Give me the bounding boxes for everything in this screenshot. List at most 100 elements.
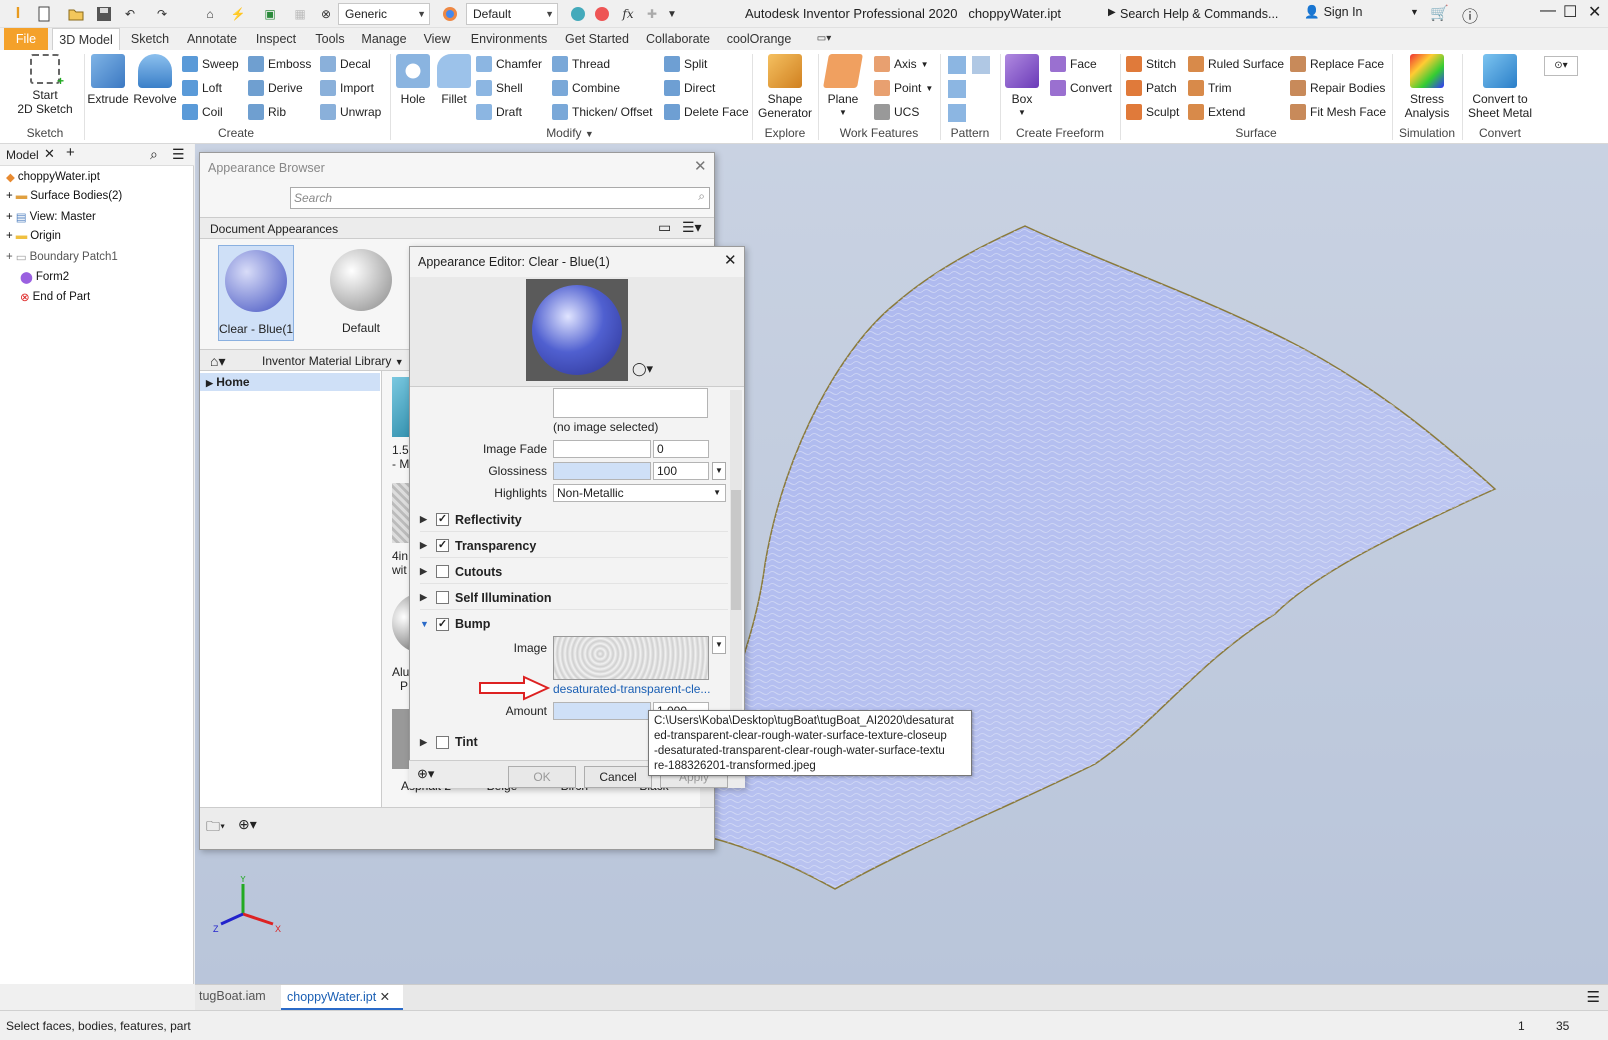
tree-item-origin[interactable]: + ▬ Origin: [6, 230, 61, 242]
thicken-offset-button[interactable]: Thicken/ Offset: [552, 104, 652, 120]
patch-button[interactable]: Patch: [1126, 80, 1177, 96]
fit-mesh-face-button[interactable]: Fit Mesh Face: [1290, 104, 1386, 120]
close-tab-icon[interactable]: ✕: [380, 990, 390, 1004]
rib-button[interactable]: Rib: [248, 104, 286, 120]
sketch-pattern-icon[interactable]: [948, 104, 966, 122]
save-icon[interactable]: [94, 4, 114, 24]
ok-button[interactable]: OK: [508, 766, 576, 788]
tab-tools[interactable]: Tools: [308, 28, 352, 50]
axis-button[interactable]: Axis ▼: [874, 56, 929, 72]
loft-button[interactable]: Loft: [182, 80, 222, 96]
tree-item-end-of-part[interactable]: ⊗ End of Part: [20, 290, 90, 304]
coil-button[interactable]: Coil: [182, 104, 223, 120]
repair-bodies-button[interactable]: Repair Bodies: [1290, 80, 1385, 96]
sign-in-button[interactable]: 👤 Sign In: [1304, 5, 1363, 20]
plane-button[interactable]: Plane ▼: [822, 54, 864, 120]
cancel-button[interactable]: Cancel: [584, 766, 652, 788]
sculpt-button[interactable]: Sculpt: [1126, 104, 1179, 120]
fillet-button[interactable]: Fillet: [434, 54, 474, 106]
redo-icon[interactable]: ↷: [152, 4, 172, 24]
add-icon[interactable]: ✚: [642, 4, 662, 24]
rectangular-pattern-icon[interactable]: [948, 56, 966, 74]
trim-button[interactable]: Trim: [1188, 80, 1232, 96]
point-button[interactable]: Point ▼: [874, 80, 933, 96]
generic-image-slot[interactable]: [553, 388, 708, 418]
list-view-icon[interactable]: ☰▾: [682, 219, 702, 236]
panel-label-modify[interactable]: Modify ▼: [520, 126, 620, 140]
expand-icon[interactable]: ▶: [420, 540, 430, 551]
style-combo[interactable]: Generic ▼: [338, 3, 430, 25]
appearance-combo[interactable]: Default ▼: [466, 3, 558, 25]
revolve-button[interactable]: Revolve: [132, 54, 178, 106]
bump-image-dropdown-icon[interactable]: ▼: [712, 636, 726, 654]
tab-annotate[interactable]: Annotate: [180, 28, 244, 50]
bump-image-link[interactable]: desaturated-transparent-cle...: [553, 682, 710, 696]
tab-get-started[interactable]: Get Started: [560, 28, 634, 50]
image-fade-slider[interactable]: [553, 440, 651, 458]
tab-manage[interactable]: Manage: [356, 28, 412, 50]
ruled-surface-button[interactable]: Ruled Surface: [1188, 56, 1284, 72]
draft-button[interactable]: Draft: [476, 104, 522, 120]
decal-button[interactable]: Decal: [320, 56, 371, 72]
expand-icon[interactable]: ▶: [420, 592, 430, 603]
bump-image-thumbnail[interactable]: [553, 636, 709, 680]
maximize-icon[interactable]: ☐: [1563, 2, 1577, 22]
stress-analysis-button[interactable]: Stress Analysis: [1396, 54, 1458, 120]
clear-appearance-icon[interactable]: [592, 4, 612, 24]
customize-qat-icon[interactable]: ▼: [662, 4, 682, 24]
home-icon[interactable]: ⌂▾: [210, 353, 225, 370]
tree-item-surface-bodies[interactable]: + ▬ Surface Bodies(2): [6, 190, 122, 202]
chamfer-button[interactable]: Chamfer: [476, 56, 542, 72]
expand-icon[interactable]: ▶: [420, 514, 430, 525]
shape-generator-button[interactable]: Shape Generator: [756, 54, 814, 120]
freeform-box-button[interactable]: Box ▼: [1004, 54, 1040, 120]
close-editor-icon[interactable]: ✕: [724, 251, 737, 269]
section-bump[interactable]: ▼ ✓ Bump: [420, 612, 728, 636]
cart-icon[interactable]: 🛒: [1430, 4, 1449, 22]
image-fade-input[interactable]: 0: [653, 440, 709, 458]
freeform-convert-button[interactable]: Convert: [1050, 80, 1112, 96]
thread-button[interactable]: Thread: [552, 56, 610, 72]
split-button[interactable]: Split: [664, 56, 707, 72]
tab-file[interactable]: File: [4, 28, 48, 50]
preview-options-icon[interactable]: ◯▾: [632, 361, 653, 377]
replace-face-button[interactable]: Replace Face: [1290, 56, 1384, 72]
appearance-clear-blue[interactable]: Clear - Blue(1): [218, 245, 294, 341]
cutouts-checkbox[interactable]: [436, 565, 449, 578]
create-appearance-icon[interactable]: ⊕▾: [238, 816, 257, 833]
document-appearances-breadcrumb[interactable]: Document Appearances: [210, 222, 338, 236]
editor-scrollbar[interactable]: [730, 390, 742, 750]
tab-coolorange[interactable]: coolOrange: [722, 28, 796, 50]
emboss-button[interactable]: Emboss: [248, 56, 311, 72]
view-toggle-icon[interactable]: ▭: [658, 219, 671, 236]
editor-options-icon[interactable]: ⊕▾: [417, 766, 434, 782]
home-icon[interactable]: ⌂: [200, 4, 220, 24]
expand-icon[interactable]: +: [6, 211, 13, 223]
search-icon[interactable]: ⌕: [150, 146, 158, 163]
ribbon-display-icon[interactable]: ▭▾: [810, 28, 838, 50]
sign-in-dropdown-icon[interactable]: ▼: [1410, 7, 1419, 17]
parameters-icon[interactable]: fx: [618, 4, 638, 24]
search-icon[interactable]: ⌕: [698, 189, 705, 204]
circular-pattern-icon[interactable]: [948, 80, 966, 98]
appearance-color-icon[interactable]: [440, 4, 460, 24]
close-model-tab-icon[interactable]: ✕: [44, 146, 55, 162]
library-options-icon[interactable]: 🗀▾: [206, 816, 225, 840]
sweep-button[interactable]: Sweep: [182, 56, 239, 72]
highlights-select[interactable]: Non-Metallic ▼: [553, 484, 726, 502]
unwrap-button[interactable]: Unwrap: [320, 104, 381, 120]
library-home-node[interactable]: ▶ Home: [200, 373, 380, 391]
close-browser-icon[interactable]: ✕: [694, 157, 707, 175]
glossiness-slider[interactable]: [553, 462, 651, 480]
model-tab-label[interactable]: Model: [6, 148, 39, 162]
close-window-icon[interactable]: ✕: [1588, 2, 1601, 22]
start-2d-sketch-button[interactable]: + Start 2D Sketch: [10, 54, 80, 116]
combine-button[interactable]: Combine: [552, 80, 620, 96]
collapse-icon[interactable]: ▼: [420, 619, 430, 629]
open-folder-icon[interactable]: [66, 4, 86, 24]
bump-checkbox[interactable]: ✓: [436, 617, 449, 631]
transparency-checkbox[interactable]: ✓: [436, 539, 449, 552]
freeform-face-button[interactable]: Face: [1050, 56, 1097, 72]
glossiness-dropdown-icon[interactable]: ▼: [712, 462, 726, 480]
derive-button[interactable]: Derive: [248, 80, 303, 96]
